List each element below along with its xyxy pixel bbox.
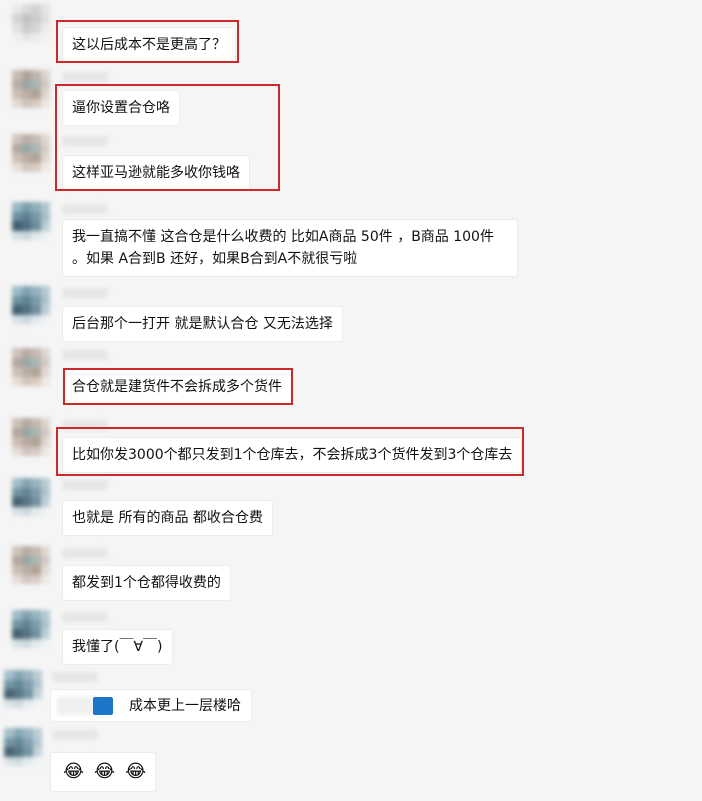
message-bubble[interactable]: 成本更上一层楼哈 [50,689,252,722]
avatar[interactable] [12,610,50,648]
sender-name-blurred [62,136,108,146]
message-bubble[interactable]: 后台那个一打开 就是默认合仓 又无法选择 [62,306,343,342]
sender-name-blurred [62,612,108,622]
laughing-tears-emoji: 😂 [125,761,147,782]
avatar[interactable] [12,4,50,42]
message-bubble[interactable]: 这样亚马逊就能多收你钱咯 [62,155,250,191]
avatar[interactable] [4,728,42,766]
avatar[interactable] [4,670,42,708]
sender-name-blurred [62,350,108,360]
message-bubble[interactable]: 我一直搞不懂 这合仓是什么收费的 比如A商品 50件 ，B商品 100件 。如果… [62,219,518,277]
avatar[interactable] [12,478,50,516]
avatar[interactable] [12,70,50,108]
laughing-tears-emoji: 😂 [94,761,116,782]
mention-tag[interactable] [93,697,113,715]
sender-name-blurred [52,672,98,682]
avatar[interactable] [12,202,50,240]
sender-name-blurred [62,288,108,298]
laughing-tears-emoji: 😂 [63,761,85,782]
message-bubble[interactable]: 😂 😂 😂 [50,752,156,792]
avatar[interactable] [12,546,50,584]
message-bubble[interactable]: 我懂了(￣∀￣) [62,629,173,665]
sender-name-blurred [62,204,108,214]
avatar[interactable] [12,348,50,386]
message-bubble[interactable]: 都发到1个仓都得收费的 [62,565,231,601]
message-bubble[interactable]: 逼你设置合仓咯 [62,90,180,126]
sender-name-blurred [62,420,108,430]
message-bubble[interactable]: 也就是 所有的商品 都收合仓费 [62,500,273,536]
message-bubble[interactable]: 合仓就是建货件不会拆成多个货件 [62,369,292,405]
message-bubble[interactable]: 这以后成本不是更高了？ [62,27,236,63]
sender-name-blurred [62,548,108,558]
message-text: 成本更上一层楼哈 [129,698,241,714]
avatar[interactable] [12,286,50,324]
sender-name-blurred [62,480,108,490]
mention-blurred [57,697,97,715]
sender-name-blurred [52,730,98,740]
message-bubble[interactable]: 比如你发3000个都只发到1个仓库去，不会拆成3个货件发到3个仓库去 [62,437,523,473]
avatar[interactable] [12,134,50,172]
sender-name-blurred [62,72,108,82]
avatar[interactable] [12,418,50,456]
